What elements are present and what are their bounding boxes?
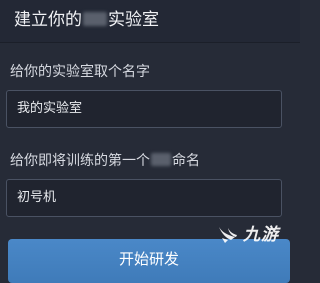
page-title-prefix: 建立你的 (14, 10, 82, 30)
watermark-logo: 九游 (216, 221, 279, 249)
lab-name-input-value: 我的实验室 (17, 101, 83, 116)
redacted-text (83, 12, 107, 26)
trainee-name-label: 给你即将训练的第一个 命名 (10, 151, 200, 171)
page-title: 建立你的 实验室 (14, 8, 159, 32)
lab-name-label: 给你的实验室取个名字 (10, 64, 150, 80)
watermark-text: 九游 (243, 225, 279, 245)
trainee-name-input[interactable]: 初号机 (6, 179, 282, 217)
watermark-logo-icon (219, 227, 237, 243)
lab-name-input[interactable]: 我的实验室 (6, 90, 282, 128)
trainee-name-input-value: 初号机 (17, 190, 57, 205)
trainee-name-label-prefix: 给你即将训练的第一个 (10, 153, 150, 169)
redacted-text (151, 153, 171, 166)
page-title-suffix: 实验室 (108, 10, 159, 30)
trainee-name-label-suffix: 命名 (172, 153, 200, 169)
title-bar: 建立你的 实验室 (0, 0, 300, 43)
